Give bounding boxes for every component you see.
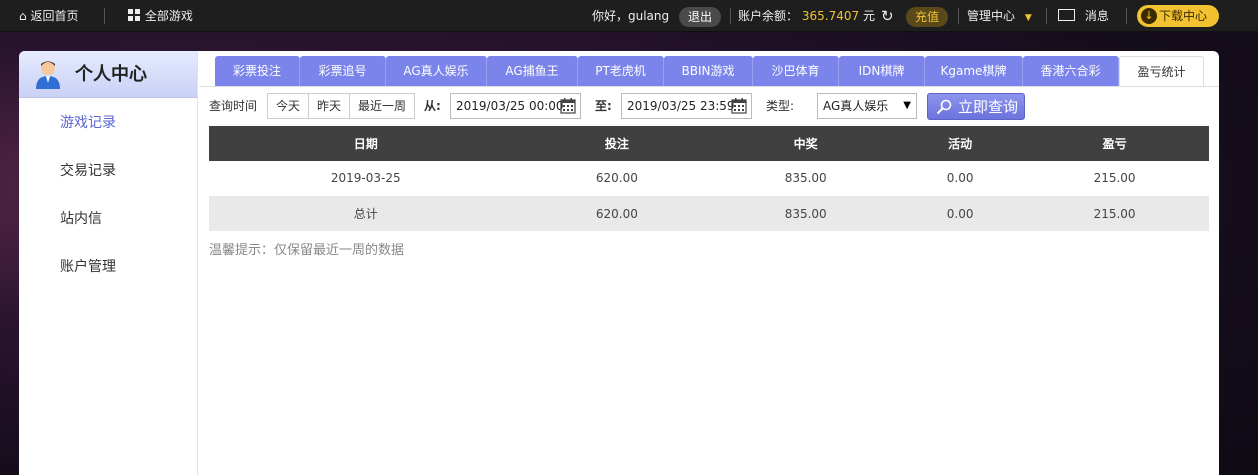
calendar-icon[interactable] <box>560 98 576 114</box>
refresh-icon[interactable]: ↻ <box>881 0 894 32</box>
divider <box>1046 8 1047 24</box>
search-icon <box>936 99 952 115</box>
balance: 账户余额： 365.7407 元 <box>738 0 875 32</box>
table-row: 2019-03-25 620.00 835.00 0.00 215.00 <box>209 161 1209 197</box>
balance-label: 账户余额： <box>738 9 799 23</box>
sidebar-title: 个人中心 <box>75 64 147 85</box>
recharge-label: 充值 <box>906 6 949 27</box>
table-cell: 0.00 <box>900 196 1021 231</box>
query-button[interactable]: 立即查询 <box>927 93 1025 120</box>
top-bar: ⌂ 返回首页 全部游戏 你好，gulang 退出 账户余额： 365.7407 … <box>0 0 1258 32</box>
tab-profit-loss[interactable]: 盈亏统计 <box>1119 56 1204 86</box>
profit-loss-table: 日期 投注 中奖 活动 盈亏 2019-03-25 620.00 835.00 … <box>209 126 1209 231</box>
content-area: 彩票投注 彩票追号 AG真人娱乐 AG捕鱼王 PT老虎机 BBIN游戏 沙巴体育… <box>199 51 1219 475</box>
column-header-bets: 投注 <box>522 126 712 161</box>
tip-text: 温馨提示：仅保留最近一周的数据 <box>209 243 405 258</box>
last-week-button[interactable]: 最近一周 <box>350 94 415 118</box>
filter-bar: 查询时间 今天 昨天 最近一周 从: 2019/03/25 00:00 至: 2… <box>209 93 1209 120</box>
to-label: 至: <box>595 99 612 113</box>
all-games-label: 全部游戏 <box>144 9 193 23</box>
quick-range-group: 今天 昨天 最近一周 <box>267 93 416 119</box>
mail-icon <box>1058 9 1075 21</box>
table-header-row: 日期 投注 中奖 活动 盈亏 <box>209 126 1209 161</box>
manage-menu[interactable]: 管理中心 ▼ <box>967 0 1032 32</box>
table-cell: 215.00 <box>1020 161 1209 197</box>
to-date-input[interactable]: 2019/03/25 23:59 <box>621 93 752 119</box>
tab-kgame-chess[interactable]: Kgame棋牌 <box>925 56 1023 86</box>
table-cell: 835.00 <box>711 196 901 231</box>
sidebar-header: 个人中心 <box>19 51 197 98</box>
logout-label: 退出 <box>679 6 722 27</box>
divider <box>1126 8 1127 24</box>
download-icon: ↓ <box>1141 8 1157 24</box>
column-header-winnings: 中奖 <box>711 126 901 161</box>
today-button[interactable]: 今天 <box>268 94 310 118</box>
sidebar-item-account-management[interactable]: 账户管理 <box>60 257 116 277</box>
divider <box>104 8 105 24</box>
tab-lottery-bets[interactable]: 彩票投注 <box>215 56 300 86</box>
grid-icon <box>128 9 141 21</box>
to-date-value: 2019/03/25 23:59 <box>627 99 735 113</box>
home-link[interactable]: ⌂ 返回首页 <box>19 0 78 32</box>
main-panel: 个人中心 游戏记录 交易记录 站内信 账户管理 彩票投注 彩票追号 AG真人娱乐… <box>19 51 1219 475</box>
tab-idn-chess[interactable]: IDN棋牌 <box>839 56 925 86</box>
sidebar: 个人中心 游戏记录 交易记录 站内信 账户管理 <box>19 51 198 475</box>
tab-bbin-games[interactable]: BBIN游戏 <box>664 56 753 86</box>
greeting: 你好，gulang <box>592 9 670 23</box>
home-link-label: 返回首页 <box>30 9 79 23</box>
balance-value: 365.7407 <box>801 9 860 23</box>
divider <box>730 8 731 24</box>
download-label: 下载中心 <box>1159 9 1208 23</box>
yesterday-button[interactable]: 昨天 <box>309 94 351 118</box>
table-total-row: 总计 620.00 835.00 0.00 215.00 <box>209 196 1209 231</box>
dropdown-arrow-icon: ▼ <box>903 100 911 111</box>
sidebar-item-inbox[interactable]: 站内信 <box>60 209 102 229</box>
table-cell: 总计 <box>209 196 523 231</box>
column-header-profit: 盈亏 <box>1020 126 1209 161</box>
tab-pt-slots[interactable]: PT老虎机 <box>578 56 664 86</box>
column-header-date: 日期 <box>209 126 523 161</box>
download-center-button[interactable]: ↓ 下载中心 <box>1137 5 1219 27</box>
sidebar-item-transaction-records[interactable]: 交易记录 <box>60 161 116 181</box>
messages-link[interactable]: 消息 <box>1058 0 1109 32</box>
table-cell: 2019-03-25 <box>209 161 523 197</box>
table-cell: 620.00 <box>522 196 712 231</box>
manage-label: 管理中心 <box>967 9 1016 23</box>
query-time-label: 查询时间 <box>209 99 258 113</box>
query-button-label: 立即查询 <box>958 98 1019 116</box>
tab-saba-sports[interactable]: 沙巴体育 <box>753 56 839 86</box>
tab-hk-mark-six[interactable]: 香港六合彩 <box>1023 56 1119 86</box>
calendar-icon[interactable] <box>731 98 747 114</box>
messages-label: 消息 <box>1084 9 1109 23</box>
table-cell: 215.00 <box>1020 196 1209 231</box>
all-games-link[interactable]: 全部游戏 <box>128 0 193 32</box>
from-date-value: 2019/03/25 00:00 <box>456 99 564 113</box>
sidebar-item-game-records[interactable]: 游戏记录 <box>60 113 116 133</box>
table-cell: 835.00 <box>711 161 901 197</box>
table-cell: 620.00 <box>522 161 712 197</box>
column-header-promotion: 活动 <box>900 126 1021 161</box>
from-label: 从: <box>424 99 441 113</box>
balance-unit: 元 <box>862 9 875 23</box>
table-cell: 0.00 <box>900 161 1021 197</box>
tab-ag-fishing[interactable]: AG捕鱼王 <box>487 56 578 86</box>
type-select[interactable]: AG真人娱乐 ▼ <box>817 93 917 119</box>
caret-down-icon: ▼ <box>1024 13 1032 23</box>
tab-divider <box>199 86 1219 87</box>
recharge-button[interactable]: 充值 <box>906 0 949 32</box>
from-date-input[interactable]: 2019/03/25 00:00 <box>450 93 581 119</box>
type-label: 类型: <box>766 99 795 113</box>
logout-button[interactable]: 退出 <box>679 0 722 32</box>
user-icon <box>36 61 60 89</box>
type-select-value: AG真人娱乐 <box>823 99 889 113</box>
home-icon: ⌂ <box>19 9 27 23</box>
tab-lottery-chase[interactable]: 彩票追号 <box>300 56 386 86</box>
tab-ag-live[interactable]: AG真人娱乐 <box>386 56 487 86</box>
divider <box>958 8 959 24</box>
